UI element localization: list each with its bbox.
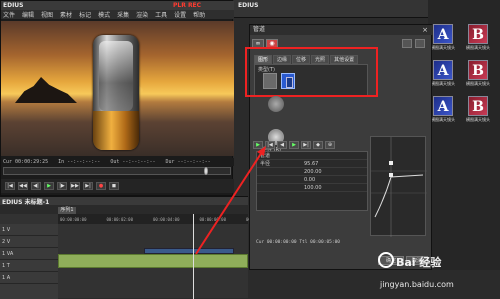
watermark-brand: Bai 经验 — [396, 256, 442, 269]
baidu-paw-logo — [378, 252, 394, 268]
watermark-url: jingyan.baidu.com — [380, 280, 454, 289]
